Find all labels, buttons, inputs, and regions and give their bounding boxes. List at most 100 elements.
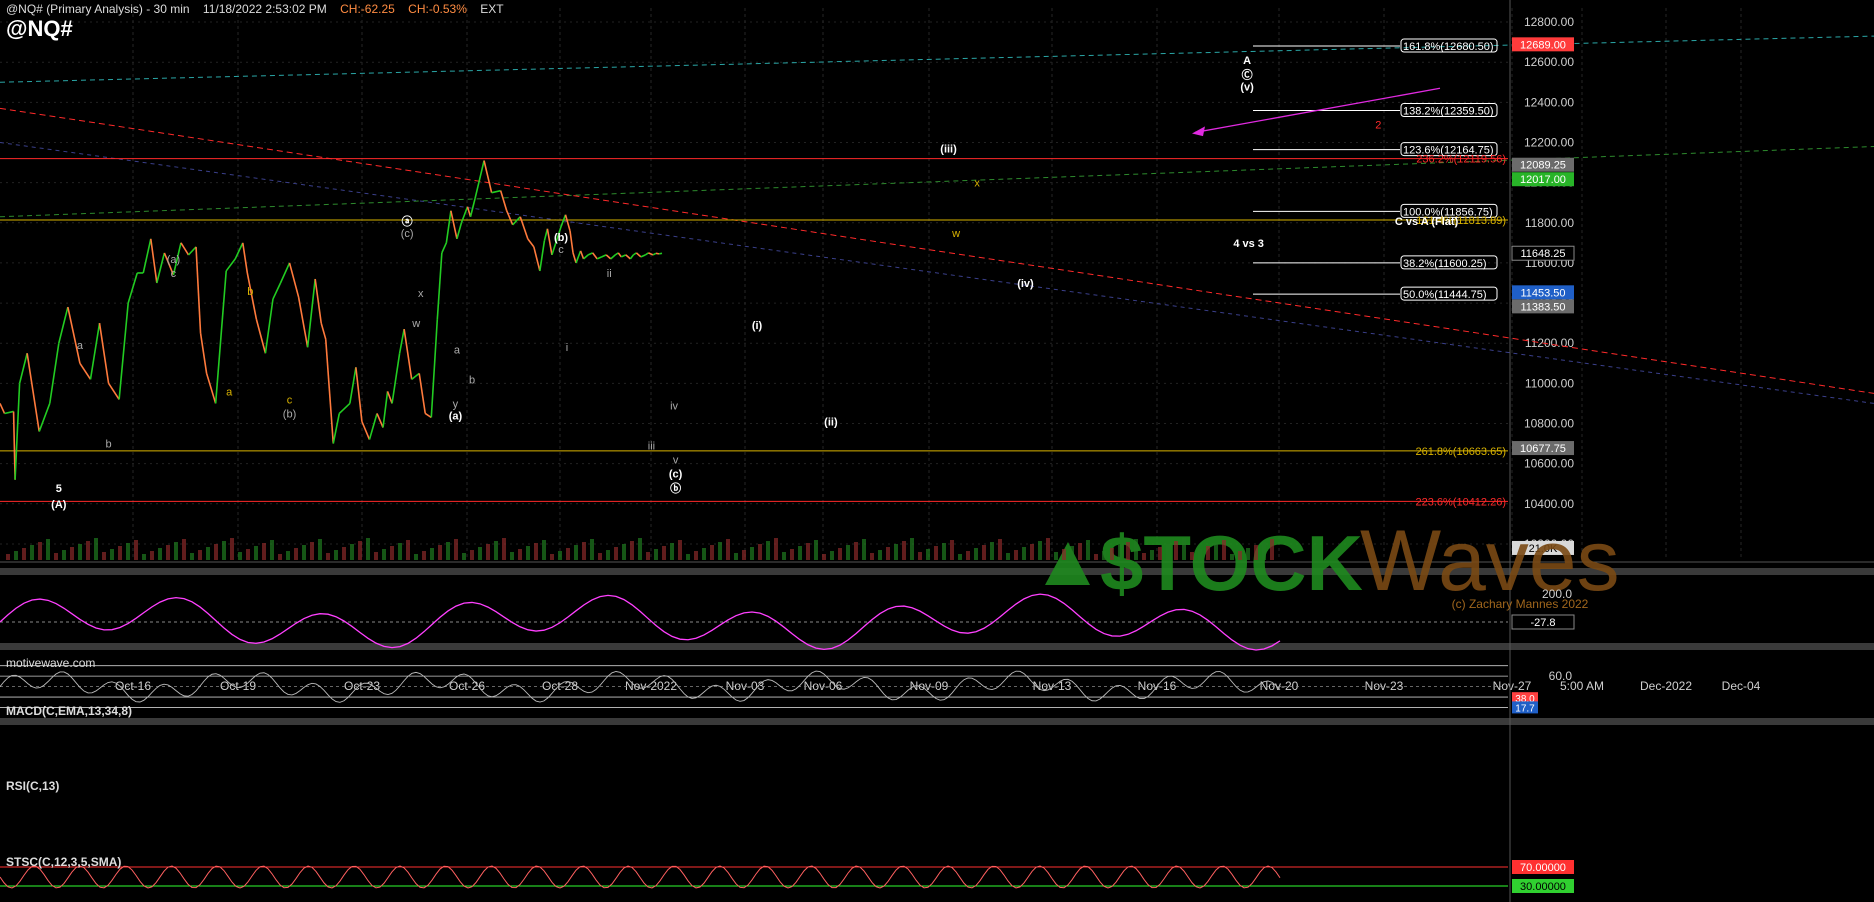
wave-label: C vs A (Flat)	[1395, 216, 1459, 228]
volume-bar	[1214, 543, 1218, 560]
volume-bar	[686, 554, 690, 560]
volume-bar	[94, 538, 98, 560]
volume-bar	[30, 545, 34, 560]
volume-bar	[414, 554, 418, 560]
volume-bar	[1222, 540, 1226, 560]
y-tick-label: 10600.00	[1524, 457, 1574, 471]
volume-bar	[630, 541, 634, 560]
wave-label: (a)	[449, 410, 463, 422]
volume-bar	[1118, 545, 1122, 560]
y-tick-label: 11200.00	[1525, 336, 1574, 350]
volume-bar	[390, 546, 394, 560]
volume-bar	[22, 548, 26, 560]
volume-bar	[598, 553, 602, 560]
volume-bar	[1102, 551, 1106, 560]
x-tick-label: Nov-23	[1365, 679, 1404, 693]
price-tag-label: 11453.50	[1520, 287, 1565, 299]
volume-bar	[46, 539, 50, 560]
wave-label: iii	[648, 441, 655, 453]
volume-bar	[470, 550, 474, 560]
volume-bar	[822, 554, 826, 560]
wave-label: x	[418, 288, 424, 300]
volume-bar	[6, 554, 10, 560]
volume-bar	[926, 549, 930, 560]
volume-bar	[302, 545, 306, 560]
volume-bar	[774, 538, 778, 560]
fib-extension-label: 223.6%(10412.26)	[1415, 496, 1506, 508]
x-tick-label: Dec-04	[1722, 679, 1761, 693]
volume-bar	[894, 544, 898, 560]
volume-bar	[1190, 552, 1194, 560]
volume-bar	[662, 546, 666, 560]
volume-bar	[1238, 551, 1242, 560]
volume-bar	[1078, 543, 1082, 560]
volume-bar	[830, 551, 834, 560]
volume-bar	[966, 551, 970, 560]
volume-bar	[118, 546, 122, 560]
volume-bar	[1142, 553, 1146, 560]
panel-separator	[0, 643, 1874, 650]
volume-bar	[742, 550, 746, 560]
volume-bar	[222, 541, 226, 560]
wave-label: v	[673, 455, 679, 467]
volume-bar	[918, 552, 922, 560]
volume-bar	[678, 540, 682, 560]
volume-bar	[294, 548, 298, 560]
wave-label: Ⓒ	[1242, 67, 1253, 81]
wave-label: 2	[1375, 119, 1381, 131]
volume-bar	[70, 547, 74, 560]
y-tick-label: 12400.00	[1524, 95, 1574, 109]
rsi-tag-label: 17.7	[1515, 703, 1535, 714]
price-tag-label: 11383.50	[1520, 301, 1565, 313]
volume-bar	[806, 543, 810, 560]
wave-label: ii	[607, 268, 612, 280]
volume-bar	[206, 547, 210, 560]
stsc-label: STSC(C,12,3,5,SMA)	[6, 855, 122, 869]
volume-bar	[14, 551, 18, 560]
fib-level-label: 38.2%(11600.25)	[1403, 258, 1487, 270]
volume-bar	[854, 542, 858, 560]
volume-bar	[654, 549, 658, 560]
wave-label: (b)	[283, 408, 296, 420]
y-tick-label: 12800.00	[1524, 15, 1574, 29]
wave-label: a	[226, 386, 233, 398]
volume-bar	[1230, 554, 1234, 560]
volume-bar	[974, 548, 978, 560]
wave-label: c	[558, 244, 564, 256]
volume-bar	[214, 544, 218, 560]
x-tick-label: Nov-27	[1493, 679, 1532, 693]
volume-bar	[1062, 549, 1066, 560]
volume-bar	[1070, 546, 1074, 560]
rsi-label: RSI(C,13)	[6, 779, 60, 793]
volume-bar	[1022, 547, 1026, 560]
volume-bar	[1150, 550, 1154, 560]
wave-label: w	[951, 228, 960, 240]
fib-level-label: 50.0%(11444.75)	[1403, 289, 1487, 301]
volume-bar	[182, 539, 186, 560]
change-percent: CH:-0.53%	[408, 2, 467, 16]
volume-bar	[766, 541, 770, 560]
chart-header: @NQ# (Primary Analysis) - 30 min 11/18/2…	[6, 2, 514, 16]
volume-bar	[710, 545, 714, 560]
volume-bar	[150, 551, 154, 560]
volume-bar	[382, 549, 386, 560]
volume-bar	[958, 554, 962, 560]
datetime: 11/18/2022 2:53:02 PM	[202, 2, 327, 16]
volume-bar	[750, 547, 754, 560]
y-tick-label: 12600.00	[1524, 55, 1574, 69]
volume-bar	[1174, 541, 1178, 560]
x-tick-label: Dec-2022	[1640, 679, 1692, 693]
volume-bar	[1262, 542, 1266, 560]
volume-bar	[1006, 553, 1010, 560]
volume-bar	[646, 552, 650, 560]
wave-label: c	[171, 268, 177, 280]
price-chart[interactable]: Oct-16 Oct-19 Oct-23 Oct-26 Oct-28 Nov-2022 No…	[0, 0, 1874, 902]
volume-bar	[1134, 539, 1138, 560]
price-tag-label: 11648.25	[1520, 248, 1565, 260]
volume-bar	[734, 553, 738, 560]
volume-bar	[950, 540, 954, 560]
volume-bar	[366, 538, 370, 560]
volume-bar	[574, 545, 578, 560]
volume-bar	[318, 539, 322, 560]
volume-bar	[158, 548, 162, 560]
